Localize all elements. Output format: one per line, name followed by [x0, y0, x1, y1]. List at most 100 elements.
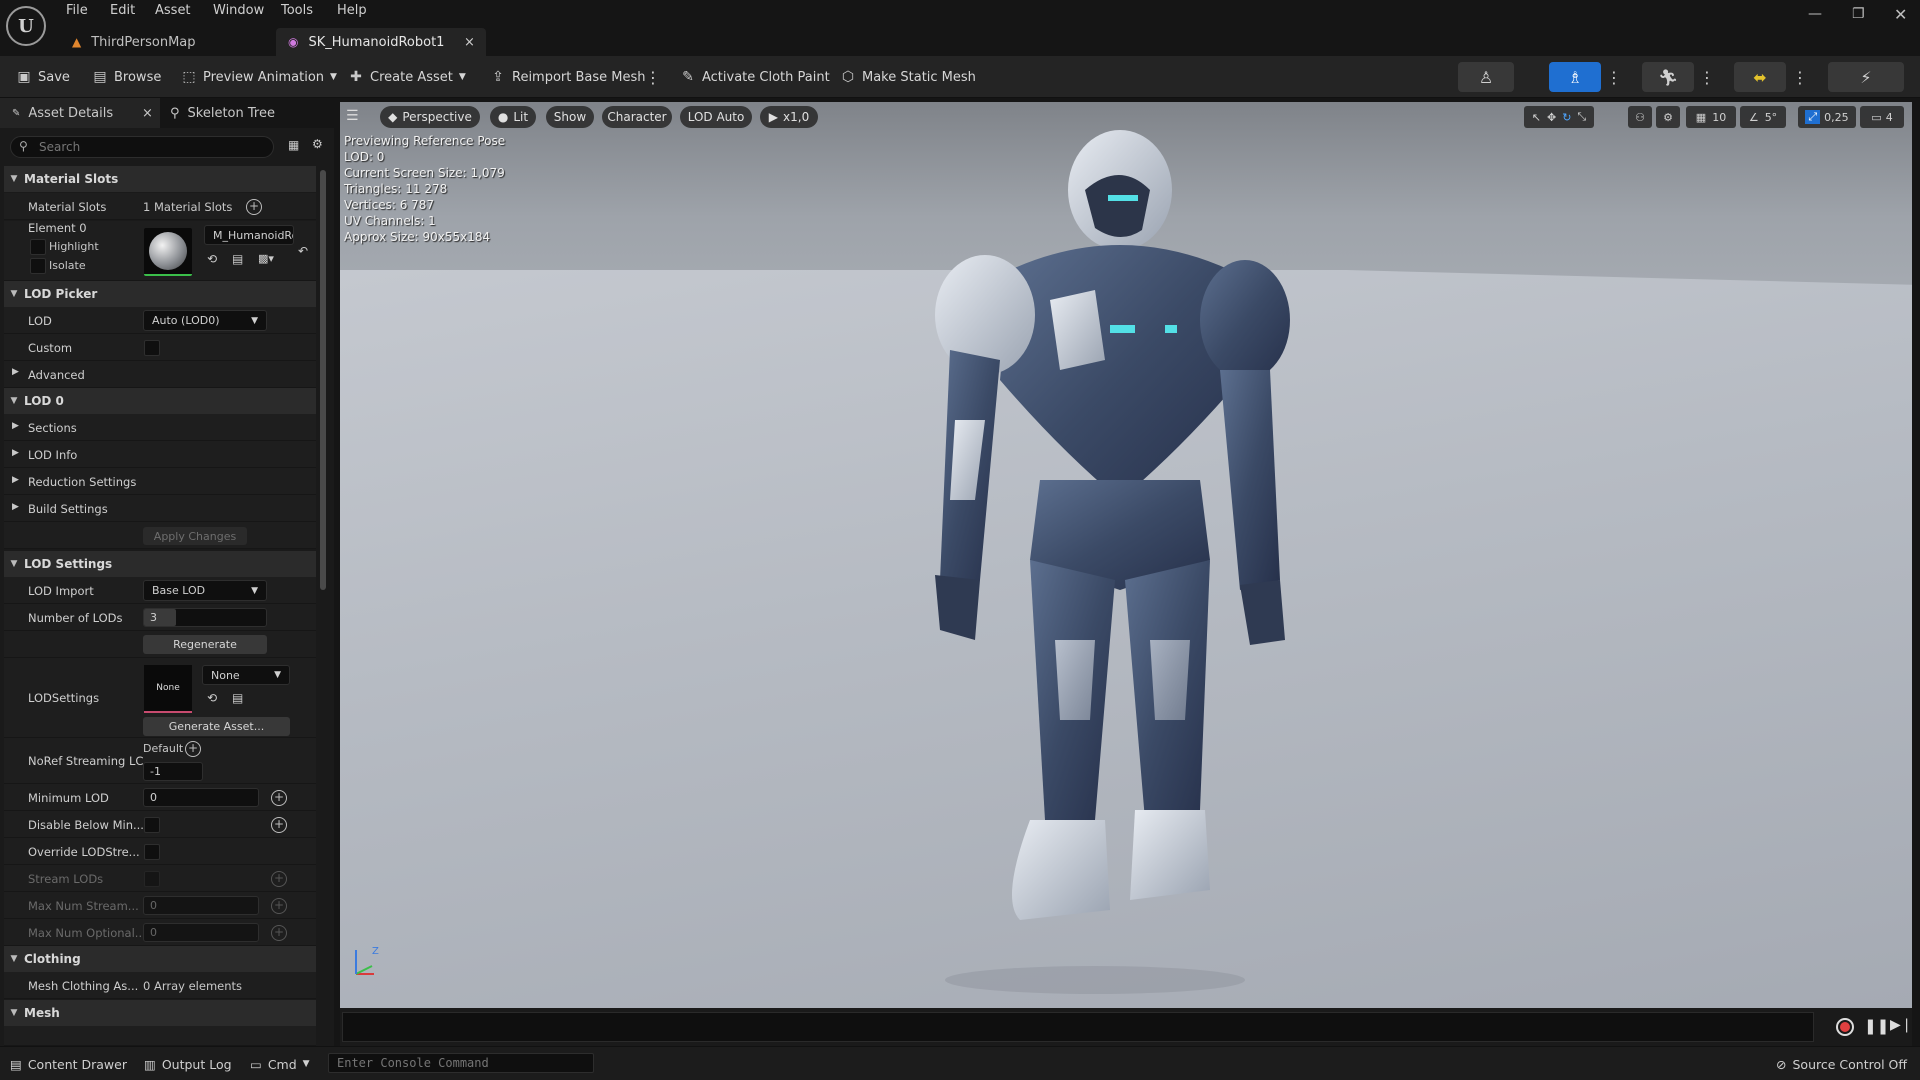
- menu-edit[interactable]: Edit: [110, 3, 135, 18]
- material-thumbnail[interactable]: [144, 228, 192, 276]
- tab-asset-details[interactable]: ✎ Asset Details ×: [0, 98, 160, 128]
- highlight-checkbox[interactable]: [30, 239, 46, 255]
- generate-asset-button[interactable]: Generate Asset...: [143, 717, 290, 736]
- browse-folder-icon[interactable]: ▤: [232, 691, 243, 705]
- record-icon[interactable]: [1836, 1018, 1854, 1036]
- regenerate-button[interactable]: Regenerate: [143, 635, 267, 654]
- reimport-button[interactable]: ⇪ Reimport Base Mesh: [490, 66, 645, 88]
- menu-file[interactable]: File: [66, 3, 88, 18]
- timeline-scrubber[interactable]: [342, 1012, 1814, 1042]
- section-lod-settings[interactable]: ▼ LOD Settings: [4, 551, 316, 577]
- step-forward-icon[interactable]: ▶❘: [1890, 1017, 1913, 1033]
- preview-animation-button[interactable]: ⬚ Preview Animation ▼: [181, 66, 337, 88]
- mesh-mode-options-icon[interactable]: ⋮: [1604, 62, 1624, 92]
- add-min-lod-override-icon[interactable]: +: [271, 790, 287, 806]
- add-material-slot-icon[interactable]: +: [246, 199, 262, 215]
- stream-lods-checkbox[interactable]: [144, 871, 160, 887]
- save-button[interactable]: ▣ Save: [16, 66, 70, 88]
- minimize-icon[interactable]: —: [1808, 6, 1822, 22]
- settings-gear-icon[interactable]: ⚙: [312, 137, 323, 151]
- character-button[interactable]: Character: [602, 106, 672, 128]
- cmd-dropdown[interactable]: ▭ Cmd ▼: [250, 1054, 310, 1074]
- surface-snap-icon[interactable]: ⚙: [1656, 106, 1680, 128]
- section-material-slots[interactable]: ▼ Material Slots: [4, 166, 316, 192]
- cloth-paint-button[interactable]: ✎ Activate Cloth Paint: [680, 66, 830, 88]
- close-window-icon[interactable]: ✕: [1894, 5, 1907, 24]
- tab-skeleton-tree[interactable]: ⚲ Skeleton Tree: [170, 98, 320, 128]
- blueprint-mode-options-icon[interactable]: ⋮: [1790, 62, 1810, 92]
- apply-changes-button[interactable]: Apply Changes: [143, 527, 247, 545]
- source-control-button[interactable]: ⊘ Source Control Off: [1776, 1054, 1907, 1074]
- console-input[interactable]: [329, 1054, 593, 1072]
- tab-third-person-map[interactable]: ▲ ThirdPersonMap: [60, 28, 270, 56]
- min-lod-field[interactable]: 0: [143, 788, 259, 807]
- camera-speed-button[interactable]: ▭ 4: [1860, 106, 1904, 128]
- reimport-options-icon[interactable]: ⋮: [645, 66, 661, 88]
- custom-checkbox[interactable]: [144, 340, 160, 356]
- pause-icon[interactable]: ❚❚: [1864, 1017, 1889, 1035]
- close-tab-icon[interactable]: ×: [464, 35, 475, 50]
- rotate-icon[interactable]: ↻: [1562, 111, 1571, 124]
- search-input[interactable]: [39, 139, 259, 155]
- viewport-menu-icon[interactable]: ☰: [346, 108, 359, 124]
- play-speed-button[interactable]: ▶ x1,0: [760, 106, 818, 128]
- translate-icon[interactable]: ✥: [1547, 111, 1556, 124]
- add-max-stream-override-icon[interactable]: +: [271, 898, 287, 914]
- menu-window[interactable]: Window: [213, 3, 264, 18]
- output-log-button[interactable]: ▥ Output Log: [144, 1054, 232, 1074]
- select-icon[interactable]: ↖: [1532, 111, 1541, 124]
- isolate-checkbox[interactable]: [30, 258, 46, 274]
- lod-import-dropdown[interactable]: Base LOD ▼: [143, 580, 267, 601]
- animation-mode-options-icon[interactable]: ⋮: [1697, 62, 1717, 92]
- menu-asset[interactable]: Asset: [155, 3, 191, 18]
- column-view-icon[interactable]: ▦: [288, 138, 299, 152]
- add-max-optional-override-icon[interactable]: +: [271, 925, 287, 941]
- blueprint-mode-button[interactable]: ⬌: [1734, 62, 1786, 92]
- section-lod-picker[interactable]: ▼ LOD Picker: [4, 281, 316, 307]
- console-input-box[interactable]: [328, 1053, 594, 1073]
- override-checkbox[interactable]: [144, 844, 160, 860]
- scale-icon[interactable]: ⤡: [1577, 110, 1586, 124]
- use-selected-icon[interactable]: ⟲: [207, 691, 217, 705]
- make-static-mesh-button[interactable]: ⬡ Make Static Mesh: [840, 66, 976, 88]
- material-options-icon[interactable]: ▩▾: [258, 252, 274, 265]
- details-scrollbar[interactable]: [320, 170, 326, 590]
- grid-snap-button[interactable]: ▦ 10: [1686, 106, 1736, 128]
- noref-field[interactable]: -1: [143, 762, 203, 781]
- lod-dropdown[interactable]: Auto (LOD0) ▼: [143, 310, 267, 331]
- animation-mode-button[interactable]: 🏃︎: [1642, 62, 1694, 92]
- lodsettings-thumbnail[interactable]: None: [144, 665, 192, 713]
- menu-tools[interactable]: Tools: [281, 3, 313, 18]
- unreal-logo-icon[interactable]: U: [6, 6, 46, 46]
- disable-below-checkbox[interactable]: [144, 817, 160, 833]
- create-asset-button[interactable]: ✚ Create Asset ▼: [348, 66, 466, 88]
- robot-mesh[interactable]: [880, 120, 1300, 1000]
- scale-snap-button[interactable]: ⤢ 0,25: [1798, 106, 1856, 128]
- show-button[interactable]: Show: [546, 106, 594, 128]
- rotation-snap-button[interactable]: ∠ 5°: [1740, 106, 1786, 128]
- mesh-mode-button[interactable]: ♗: [1549, 62, 1601, 92]
- section-mesh[interactable]: ▼ Mesh: [4, 1000, 316, 1026]
- reset-icon[interactable]: ↶: [298, 244, 308, 258]
- tab-sk-humanoid-robot[interactable]: ◉ SK_HumanoidRobot1 ×: [276, 28, 486, 56]
- menu-help[interactable]: Help: [337, 3, 367, 18]
- close-panel-icon[interactable]: ×: [142, 106, 153, 121]
- use-selected-icon[interactable]: ⟲: [207, 252, 217, 266]
- transform-tools[interactable]: ↖ ✥ ↻ ⤡: [1524, 106, 1594, 128]
- add-stream-lods-override-icon[interactable]: +: [271, 871, 287, 887]
- lod-auto-button[interactable]: LOD Auto: [680, 106, 752, 128]
- add-platform-override-icon[interactable]: +: [185, 741, 201, 757]
- perspective-button[interactable]: ◆ Perspective: [380, 106, 480, 128]
- section-lod0[interactable]: ▼ LOD 0: [4, 388, 316, 414]
- lit-button[interactable]: ● Lit: [490, 106, 536, 128]
- max-stream-field[interactable]: 0: [143, 896, 259, 915]
- skeleton-mode-button[interactable]: ♙: [1458, 62, 1514, 92]
- section-clothing[interactable]: ▼ Clothing: [4, 946, 316, 972]
- local-space-icon[interactable]: ⚇: [1628, 106, 1652, 128]
- search-box[interactable]: ⚲: [10, 136, 274, 158]
- content-drawer-button[interactable]: ▤ Content Drawer: [10, 1054, 127, 1074]
- physics-mode-button[interactable]: ⚡︎: [1828, 62, 1904, 92]
- add-disable-below-override-icon[interactable]: +: [271, 817, 287, 833]
- lodsettings-dropdown[interactable]: None ▼: [202, 665, 290, 685]
- num-lods-field[interactable]: 3: [143, 608, 267, 627]
